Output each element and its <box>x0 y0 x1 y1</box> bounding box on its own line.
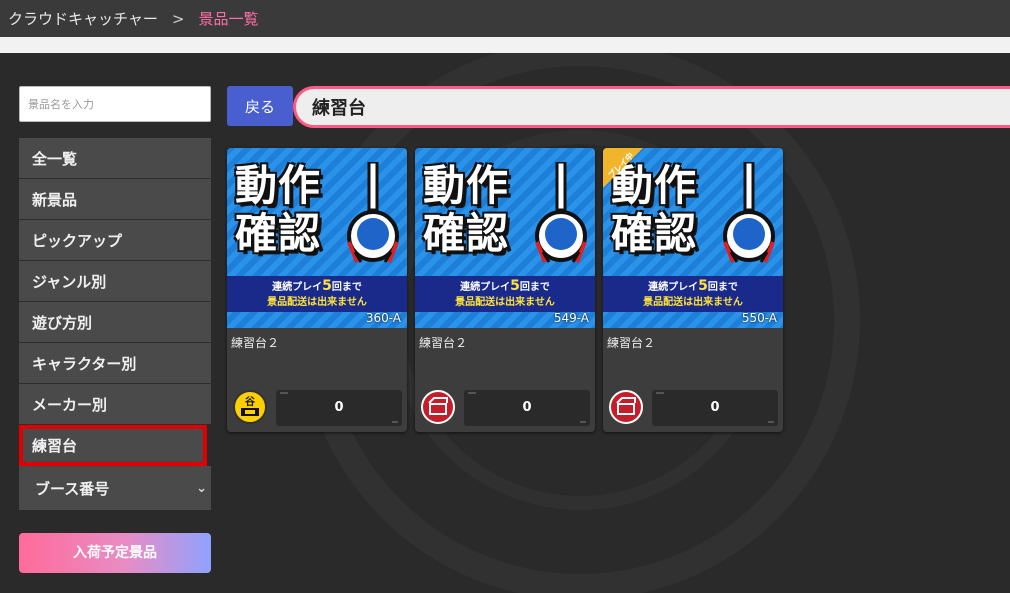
page-title: 練習台 <box>293 86 1010 128</box>
booth-code: 550-A <box>741 311 777 325</box>
notice-line2: 景品配送は出来ません <box>643 297 743 308</box>
breadcrumb-separator: > <box>171 9 185 28</box>
prize-thumbnail[interactable]: 動作 確認 連続プレイ5回まで 景品配送は出来ません 550-A プレイ中 <box>603 148 783 328</box>
play-count-box: 0 <box>464 390 590 426</box>
notice-number: 5 <box>510 278 520 294</box>
sidebar-item-label: 新景品 <box>32 190 78 209</box>
breadcrumb-current: 景品一覧 <box>198 10 259 28</box>
prize-card[interactable]: 動作 確認 連続プレイ5回まで 景品配送は出来ません 549-A 練習台２ 0 <box>415 148 595 432</box>
booth-code: 360-A <box>365 311 401 325</box>
claw-icon <box>347 162 399 263</box>
prize-name[interactable]: 練習台２ <box>231 334 279 351</box>
sidebar-item-label: 全一覧 <box>32 149 78 168</box>
badge-text: 谷 <box>245 395 256 408</box>
notice-number: 5 <box>322 278 332 294</box>
coming-soon-prizes-button[interactable]: 入荷予定景品 <box>19 533 211 573</box>
sidebar-item-maker[interactable]: メーカー別 <box>19 384 211 425</box>
play-count-box: 0 <box>276 390 402 426</box>
prize-name[interactable]: 練習台２ <box>607 334 655 351</box>
notice-prefix: 連続プレイ <box>272 282 323 293</box>
thumbnail-heading-line2: 確認 <box>235 209 322 258</box>
booth-number-label: ブース番号 <box>35 479 110 498</box>
sidebar-item-character[interactable]: キャラクター別 <box>19 343 211 384</box>
play-count-value: 0 <box>710 400 720 415</box>
thumbnail-heading-line1: 動作 <box>423 161 510 210</box>
sidebar-item-genre[interactable]: ジャンル別 <box>19 261 211 302</box>
notice-suffix: 回まで <box>707 282 738 293</box>
back-button[interactable]: 戻る <box>227 86 293 126</box>
prize-card[interactable]: 動作 確認 連続プレイ5回まで 景品配送は出来ません 550-A プレイ中 練習… <box>603 148 783 432</box>
sidebar-item-label: ジャンル別 <box>32 272 107 291</box>
play-count-value: 0 <box>522 400 532 415</box>
sidebar-item-pickup[interactable]: ピックアップ <box>19 220 211 261</box>
play-count-box: 0 <box>652 390 778 426</box>
prize-thumbnail[interactable]: 動作 確認 連続プレイ5回まで 景品配送は出来ません 360-A <box>227 148 407 328</box>
notice-line2: 景品配送は出来ません <box>455 297 555 308</box>
box-icon <box>609 390 643 424</box>
prize-name[interactable]: 練習台２ <box>419 334 467 351</box>
notice-line2: 景品配送は出来ません <box>267 297 367 308</box>
notice-suffix: 回まで <box>331 282 362 293</box>
notice-prefix: 連続プレイ <box>648 282 699 293</box>
prize-thumbnail[interactable]: 動作 確認 連続プレイ5回まで 景品配送は出来ません 549-A <box>415 148 595 328</box>
notice-prefix: 連続プレイ <box>460 282 511 293</box>
thumbnail-heading-line2: 確認 <box>611 209 698 258</box>
thumbnail-notice: 連続プレイ5回まで 景品配送は出来ません <box>227 276 407 312</box>
notice-number: 5 <box>698 278 708 294</box>
breadcrumb-root[interactable]: クラウドキャッチャー <box>8 8 158 29</box>
box-icon <box>421 390 455 424</box>
breadcrumb: クラウドキャッチャー > 景品一覧 <box>0 0 1010 37</box>
sidebar-item-all[interactable]: 全一覧 <box>19 138 211 179</box>
page-title-text: 練習台 <box>312 98 366 119</box>
sidebar-item-label: キャラクター別 <box>32 354 137 373</box>
thumbnail-notice: 連続プレイ5回まで 景品配送は出来ません <box>415 276 595 312</box>
chevron-down-icon: ⌄ <box>196 480 207 496</box>
tani-box-icon: 谷 <box>233 390 267 424</box>
sidebar-item-label: 遊び方別 <box>32 313 93 332</box>
thumbnail-heading: 動作 確認 <box>423 162 535 258</box>
booth-code: 549-A <box>553 311 589 325</box>
play-count-value: 0 <box>334 400 344 415</box>
thumbnail-heading-line1: 動作 <box>235 161 322 210</box>
sidebar-menu: 全一覧 新景品 ピックアップ ジャンル別 遊び方別 キャラクター別 メーカー別 … <box>19 138 211 510</box>
prize-card[interactable]: 動作 確認 連続プレイ5回まで 景品配送は出来ません 360-A 練習台２ 谷 … <box>227 148 407 432</box>
sidebar-item-label: ピックアップ <box>32 231 123 250</box>
booth-number-dropdown[interactable]: ブース番号 ⌄ <box>19 466 211 510</box>
claw-icon <box>723 162 775 263</box>
sidebar-item-label: メーカー別 <box>32 395 108 414</box>
notice-suffix: 回まで <box>519 282 550 293</box>
thumbnail-notice: 連続プレイ5回まで 景品配送は出来ません <box>603 276 783 312</box>
claw-icon <box>535 162 587 263</box>
thumbnail-heading: 動作 確認 <box>235 162 347 258</box>
sidebar-item-practice[interactable]: 練習台 <box>19 425 207 466</box>
sidebar-item-play-style[interactable]: 遊び方別 <box>19 302 211 343</box>
sidebar-item-label: 練習台 <box>32 436 78 455</box>
thumbnail-heading-line2: 確認 <box>423 209 510 258</box>
prize-search-input[interactable] <box>19 86 211 122</box>
sidebar-item-new[interactable]: 新景品 <box>19 179 211 220</box>
